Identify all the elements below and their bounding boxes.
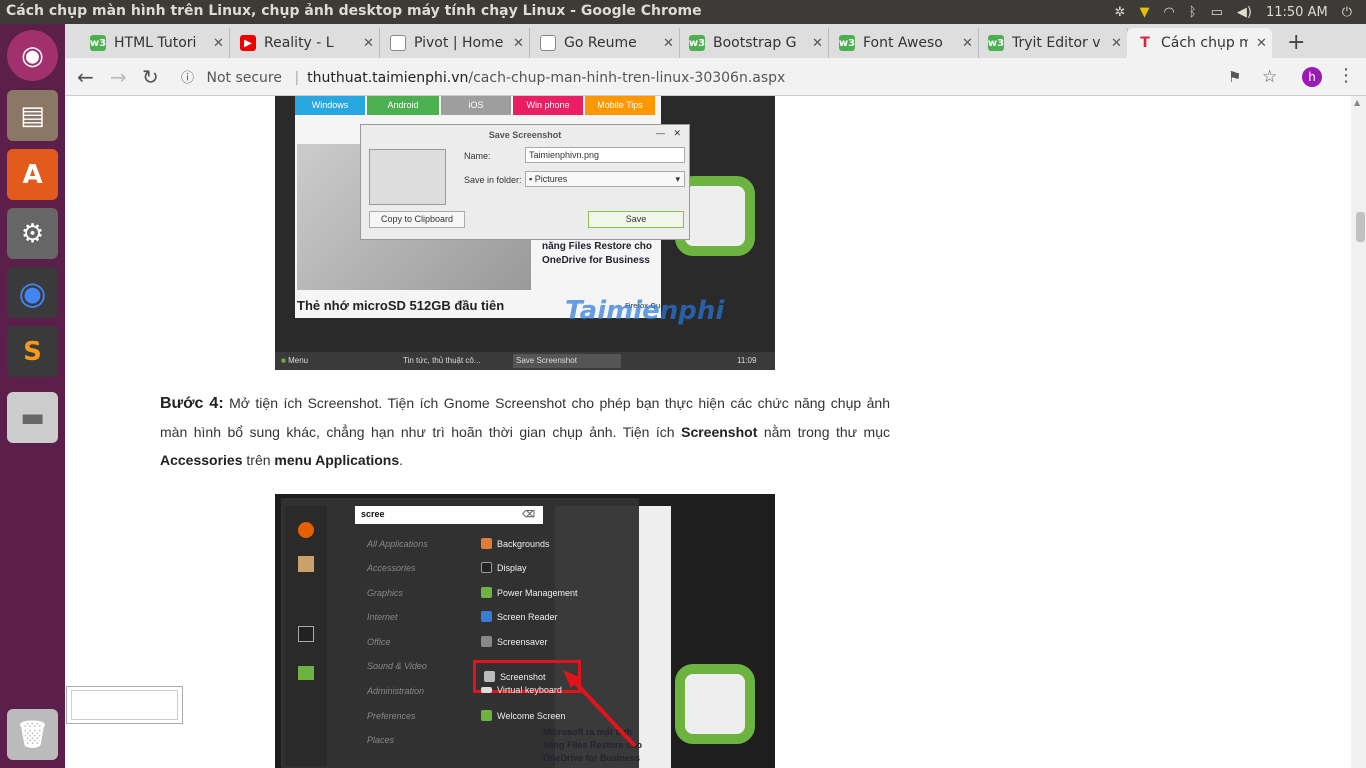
files-icon[interactable]: ▤ [7, 90, 58, 141]
w3schools-favicon-icon: w3 [90, 35, 106, 51]
screenshot-image-1: Windows Android iOS Win phone Mobile Tip… [275, 96, 775, 370]
dialog-title: Save Screenshot [488, 130, 562, 140]
tab-bootstrap[interactable]: w3 Bootstrap G ✕ [679, 28, 829, 58]
clock[interactable]: 11:50 AM [1266, 5, 1328, 20]
sublime-text-icon[interactable]: S [7, 326, 58, 377]
mint-menu-button[interactable]: ■ Menu [281, 356, 308, 365]
forward-button[interactable]: → [110, 65, 127, 89]
settings-tray-icon[interactable]: ✲ [1115, 5, 1126, 20]
reload-button[interactable]: ↻ [142, 65, 159, 89]
copy-to-clipboard-button[interactable]: Copy to Clipboard [369, 211, 465, 228]
scroll-up-icon[interactable]: ▲ [1354, 98, 1360, 107]
chrome-icon[interactable]: ◉ [7, 267, 58, 318]
floating-input-box[interactable] [66, 686, 183, 724]
window-title: Cách chụp màn hình trên Linux, chụp ảnh … [6, 3, 702, 19]
tab-pivot-home[interactable]: Pivot | Home ✕ [380, 28, 530, 58]
dialog-close-icon[interactable]: ✕ [673, 128, 681, 139]
app-tray-icon[interactable]: ▼ [1139, 5, 1149, 20]
new-tab-button[interactable]: + [1287, 30, 1305, 55]
tab-tryit-editor[interactable]: w3 Tryit Editor v ✕ [978, 28, 1128, 58]
mini-nav-windows: Windows [295, 96, 365, 115]
ubuntu-dash-icon[interactable]: ◉ [7, 30, 58, 81]
chrome-menu-icon[interactable]: ⋮ [1337, 65, 1355, 86]
battery-icon[interactable]: ▭ [1211, 5, 1223, 20]
mini-side-text: năng Files Restore cho OneDrive for Busi… [542, 241, 653, 266]
youtube-favicon-icon: ▶ [240, 35, 256, 51]
mini-headline: Thẻ nhớ microSD 512GB đầu tiên [297, 298, 505, 313]
taskbar-item-browser[interactable]: Tin tức, thủ thuật cô... [403, 356, 481, 365]
mint-taskbar: ■ Menu Tin tức, thủ thuật cô... Save Scr… [275, 352, 775, 370]
info-icon[interactable]: ⓘ [181, 71, 194, 86]
profile-avatar[interactable]: h [1302, 67, 1322, 87]
w3schools-favicon-icon: w3 [689, 35, 705, 51]
mini-nav-ios: iOS [441, 96, 511, 115]
tab-go-reume[interactable]: Go Reume ✕ [530, 28, 680, 58]
trash-icon[interactable]: 🗑 [7, 709, 58, 760]
url-domain: thuthuat.taimienphi.vn [307, 70, 469, 86]
close-tab-icon[interactable]: ✕ [1256, 36, 1272, 51]
taskbar-item-save[interactable]: Save Screenshot [513, 354, 621, 368]
chevron-down-icon: ▾ [675, 174, 680, 184]
mini-nav-winphone: Win phone [513, 96, 583, 115]
step-label: Bước 4: [160, 395, 224, 412]
bookmark-star-icon[interactable]: ☆ [1262, 67, 1277, 87]
close-tab-icon[interactable]: ✕ [663, 36, 679, 51]
system-top-bar: Cách chụp màn hình trên Linux, chụp ảnh … [0, 0, 1366, 24]
software-center-icon[interactable]: A [7, 149, 58, 200]
close-tab-icon[interactable]: ✕ [513, 36, 529, 51]
page-favicon-icon [390, 35, 406, 51]
back-button[interactable]: ← [77, 65, 94, 89]
dialog-minimize-icon[interactable]: — [656, 128, 665, 138]
close-tab-icon[interactable]: ✕ [213, 36, 229, 51]
tab-html-tutorial[interactable]: w3 HTML Tutori ✕ [80, 28, 230, 58]
url-path: /cach-chup-man-hinh-tren-linux-30306n.as… [468, 70, 786, 86]
taimienphi-favicon-icon: T [1140, 35, 1150, 51]
close-tab-icon[interactable]: ✕ [1111, 36, 1127, 51]
mini-nav-android: Android [367, 96, 439, 115]
disk-drive-icon[interactable]: ▬ [7, 392, 58, 443]
tab-strip: w3 HTML Tutori ✕ ▶ Reality - L ✕ Pivot | Hom… [65, 24, 1366, 58]
scrollbar-thumb[interactable] [1356, 212, 1365, 242]
taskbar-time: 11:09 [737, 356, 757, 365]
translate-icon[interactable]: ⚑ [1228, 68, 1241, 86]
screenshot-thumbnail [369, 149, 446, 205]
wifi-icon[interactable]: ◠ [1163, 5, 1174, 20]
browser-toolbar: ← → ↻ ⓘ Not secure | thuthuat.taimienphi.… [65, 58, 1366, 96]
name-label: Name: [464, 151, 491, 161]
name-field[interactable]: Taimienphivn.png [525, 147, 685, 163]
system-tray: ✲ ▼ ◠ ᛒ ▭ ◀) 11:50 AM ⏻ [1115, 0, 1366, 24]
security-label: Not secure [206, 70, 282, 86]
power-icon[interactable]: ⏻ [1342, 5, 1352, 20]
address-bar[interactable]: ⓘ Not secure | thuthuat.taimienphi.vn/cac… [181, 67, 785, 86]
page-favicon-icon [540, 35, 556, 51]
close-tab-icon[interactable]: ✕ [363, 36, 379, 51]
launcher: ◉ ▤ A ⚙ ◉ S ▬ 🗑 [0, 24, 65, 768]
system-settings-icon[interactable]: ⚙ [7, 208, 58, 259]
step-4-paragraph: Bước 4: Mở tiện ích Screenshot. Tiện ích… [160, 395, 891, 468]
watermark: Taimienphi [565, 296, 725, 326]
volume-icon[interactable]: ◀) [1237, 5, 1252, 20]
w3schools-favicon-icon: w3 [839, 35, 855, 51]
save-screenshot-dialog: Save Screenshot ✕ — Name: Taimienphivn.p… [360, 124, 690, 240]
folder-select[interactable]: ▪ Pictures ▾ [525, 171, 685, 187]
screenshot-image-2: scree ⌫ All Applications Accessories Grap… [275, 494, 775, 768]
bluetooth-icon[interactable]: ᛒ [1189, 5, 1197, 20]
folder-label: Save in folder: [464, 175, 522, 185]
page-scrollbar[interactable]: ▲ [1351, 96, 1366, 768]
tab-reality[interactable]: ▶ Reality - L ✕ [230, 28, 380, 58]
tab-font-awesome[interactable]: w3 Font Aweso ✕ [829, 28, 979, 58]
close-tab-icon[interactable]: ✕ [812, 36, 828, 51]
w3schools-favicon-icon: w3 [988, 35, 1004, 51]
mini-nav-mobile-tips: Mobile Tips [585, 96, 655, 115]
save-button[interactable]: Save [588, 211, 684, 228]
web-page: Windows Android iOS Win phone Mobile Tip… [65, 96, 1351, 768]
red-arrow-annotation [563, 670, 637, 748]
close-tab-icon[interactable]: ✕ [962, 36, 978, 51]
tab-cach-chup[interactable]: T Cách chụp m ✕ [1127, 28, 1272, 58]
